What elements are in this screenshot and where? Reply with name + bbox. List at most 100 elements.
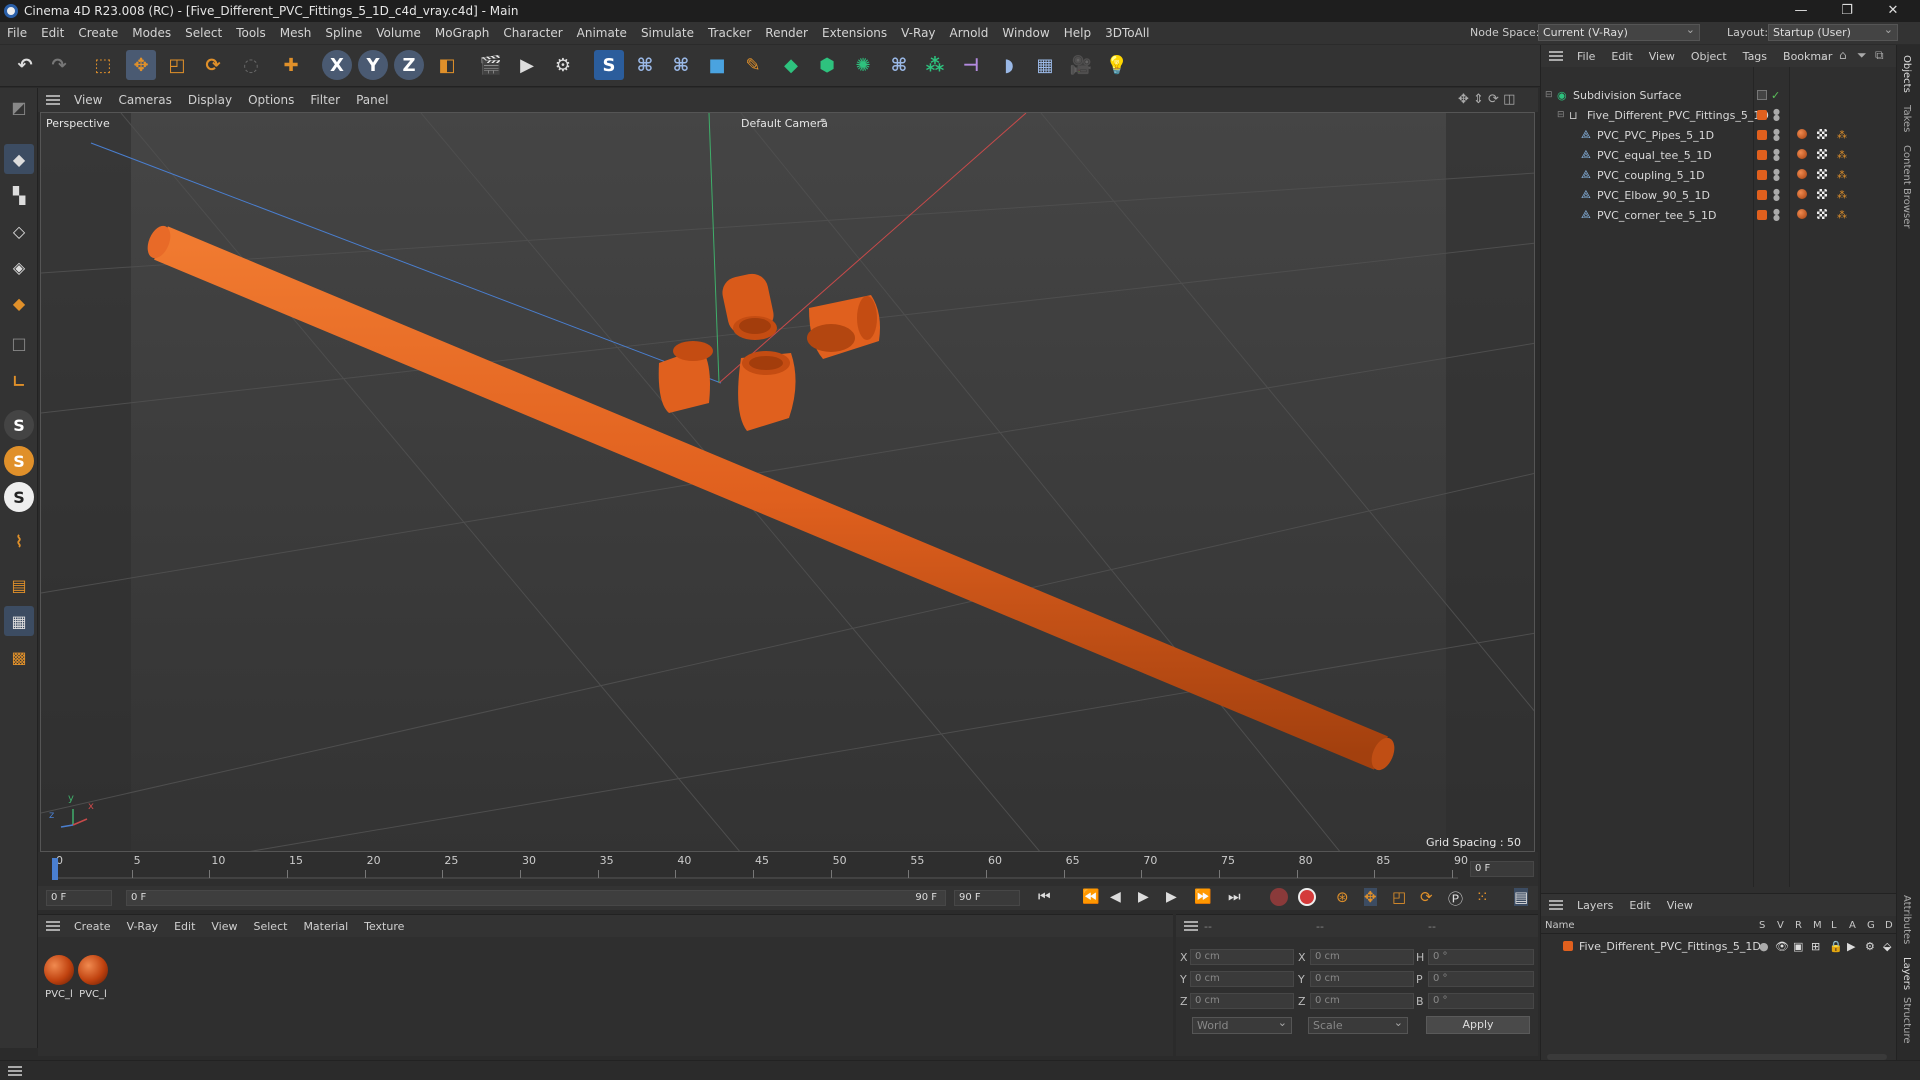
snap-icon[interactable]: S <box>4 410 34 440</box>
points-mode-icon[interactable]: ◇ <box>4 216 34 246</box>
material-hamburger-icon[interactable] <box>46 921 60 931</box>
object-hamburger-icon[interactable] <box>1549 51 1563 61</box>
uvw-tag-icon[interactable] <box>1817 149 1827 159</box>
collapse-icon[interactable]: ⊟ <box>1545 90 1553 100</box>
position-z-field[interactable]: 0 cm <box>1190 993 1294 1009</box>
magnet-icon[interactable]: ⌇ <box>4 526 34 556</box>
material-tag-icon[interactable] <box>1797 189 1807 199</box>
collapse-icon[interactable]: ⊟ <box>1557 110 1565 120</box>
render-settings-icon[interactable]: ⚙ <box>548 50 578 80</box>
menu-file[interactable]: File <box>0 26 34 40</box>
viewport-canvas[interactable] <box>41 113 1535 852</box>
layer-color-icon[interactable] <box>1757 210 1767 220</box>
menu-extensions[interactable]: Extensions <box>815 26 894 40</box>
layer-generators-icon[interactable]: ⚙ <box>1865 940 1875 953</box>
layer-lock-icon[interactable]: 🔒 <box>1829 940 1843 953</box>
uv-mode-icon[interactable]: □ <box>4 328 34 358</box>
visibility-dots-icon[interactable]: ● ● <box>1773 128 1780 142</box>
mat-menu-vray[interactable]: V-Ray <box>119 920 167 933</box>
obj-menu-object[interactable]: Object <box>1683 50 1735 63</box>
x-axis-lock-icon[interactable]: X <box>322 50 352 80</box>
python-script-icon[interactable]: ⌘ <box>630 50 660 80</box>
visibility-dots-icon[interactable]: ● ● <box>1773 168 1780 182</box>
viewport-menu-panel[interactable]: Panel <box>348 93 396 107</box>
frame-range-slider[interactable]: 0 F 90 F <box>126 890 946 906</box>
filter-icon[interactable]: ⏷ <box>1857 48 1867 63</box>
cube-icon[interactable]: ■ <box>702 50 732 80</box>
grid-icon[interactable]: ▦ <box>4 606 34 636</box>
layer-color-icon[interactable] <box>1757 110 1767 120</box>
menu-character[interactable]: Character <box>496 26 569 40</box>
rotation-b-field[interactable]: 0 ° <box>1428 993 1534 1009</box>
next-keyframe-icon[interactable]: ⏩ <box>1194 889 1211 905</box>
next-frame-icon[interactable]: ▶ <box>1166 889 1177 905</box>
obj-menu-tags[interactable]: Tags <box>1735 50 1775 63</box>
visibility-dots-icon[interactable]: ● ● <box>1773 108 1780 122</box>
mograph-icon[interactable]: ⁂ <box>920 50 950 80</box>
position-y-field[interactable]: 0 cm <box>1190 971 1294 987</box>
layer-menu-view[interactable]: View <box>1659 899 1701 912</box>
timeline-ruler[interactable]: 0 5 10 15 20 25 30 35 40 45 50 55 60 65 70 75 80 85 90 0 F <box>38 852 1538 886</box>
menu-tools[interactable]: Tools <box>229 26 273 40</box>
material-tag-icon[interactable] <box>1797 169 1807 179</box>
python-generator-icon[interactable]: ⌘ <box>884 50 914 80</box>
object-row-subdivision-surface[interactable]: ⊟ ◉ Subdivision Surface ✓ <box>1541 85 1897 105</box>
end-frame-field[interactable]: 90 F <box>954 890 1020 906</box>
autokey-icon[interactable] <box>1298 888 1316 906</box>
light-icon[interactable]: 💡 <box>1102 50 1132 80</box>
minimize-icon[interactable]: — <box>1778 0 1824 22</box>
viewport-menu-view[interactable]: View <box>66 93 110 107</box>
menu-tracker[interactable]: Tracker <box>701 26 758 40</box>
viewport-menu-filter[interactable]: Filter <box>302 93 348 107</box>
selection-tag-icon[interactable]: ⁂ <box>1837 210 1847 221</box>
tag-icon[interactable]: ◗ <box>994 50 1024 80</box>
mat-menu-view[interactable]: View <box>203 920 245 933</box>
menu-create[interactable]: Create <box>71 26 125 40</box>
layer-manager-icon[interactable]: ⊞ <box>1811 940 1820 953</box>
tab-attributes[interactable]: Attributes <box>1901 895 1912 944</box>
transform-tool-icon[interactable]: ✚ <box>276 50 306 80</box>
object-row-elbow[interactable]: ⟁ PVC_Elbow_90_5_1D ● ● ⁂ <box>1541 185 1897 205</box>
uvw-tag-icon[interactable] <box>1817 169 1827 179</box>
size-z-field[interactable]: 0 cm <box>1310 993 1414 1009</box>
material-tag-icon[interactable] <box>1797 149 1807 159</box>
locked-workplane-icon[interactable]: ▩ <box>4 642 34 672</box>
selection-tag-icon[interactable]: ⁂ <box>1837 150 1847 161</box>
workplane-icon[interactable]: ▤ <box>4 570 34 600</box>
apply-button[interactable]: Apply <box>1426 1016 1530 1034</box>
undo-icon[interactable]: ↶ <box>10 50 40 80</box>
viewport-hamburger-icon[interactable] <box>46 95 60 105</box>
size-y-field[interactable]: 0 cm <box>1310 971 1414 987</box>
texture-mode-icon[interactable]: ▚ <box>4 180 34 210</box>
mat-menu-material[interactable]: Material <box>295 920 356 933</box>
selection-tag-icon[interactable]: ⁂ <box>1837 130 1847 141</box>
obj-menu-file[interactable]: File <box>1569 50 1603 63</box>
go-to-end-icon[interactable]: ⏭ <box>1228 889 1241 905</box>
recent-tool-icon[interactable]: ◌ <box>236 50 266 80</box>
coordinate-system-icon[interactable]: ◧ <box>432 50 462 80</box>
layer-render-icon[interactable]: ▣ <box>1793 940 1803 953</box>
current-frame-field[interactable]: 0 F <box>1470 861 1534 877</box>
floor-icon[interactable]: ▦ <box>1030 50 1060 80</box>
material-swatch-2[interactable] <box>78 955 108 985</box>
menu-vray[interactable]: V-Ray <box>894 26 942 40</box>
scale-tool-icon[interactable]: ◰ <box>162 50 192 80</box>
material-swatch-1[interactable] <box>44 955 74 985</box>
move-tool-icon[interactable]: ✥ <box>126 50 156 80</box>
scale-mode-select[interactable]: Scale <box>1308 1015 1408 1034</box>
menu-spline[interactable]: Spline <box>318 26 369 40</box>
object-row-null[interactable]: ⊟ ⊔ Five_Different_PVC_Fittings_5_1D ● ● <box>1541 105 1897 125</box>
object-row-equal-tee[interactable]: ⟁ PVC_equal_tee_5_1D ● ● ⁂ <box>1541 145 1897 165</box>
menu-modes[interactable]: Modes <box>125 26 178 40</box>
selection-tag-icon[interactable]: ⁂ <box>1837 190 1847 201</box>
timeline-playhead[interactable] <box>52 858 58 880</box>
menu-select[interactable]: Select <box>178 26 229 40</box>
mat-menu-texture[interactable]: Texture <box>356 920 412 933</box>
layer-solo-icon[interactable]: ● <box>1759 940 1769 953</box>
subdivision-icon[interactable]: ◆ <box>776 50 806 80</box>
layer-animation-icon[interactable]: ▶ <box>1847 940 1855 953</box>
menu-simulate[interactable]: Simulate <box>634 26 701 40</box>
uvw-tag-icon[interactable] <box>1817 209 1827 219</box>
search-icon[interactable]: ⌕ <box>1821 49 1828 64</box>
menu-animate[interactable]: Animate <box>570 26 634 40</box>
